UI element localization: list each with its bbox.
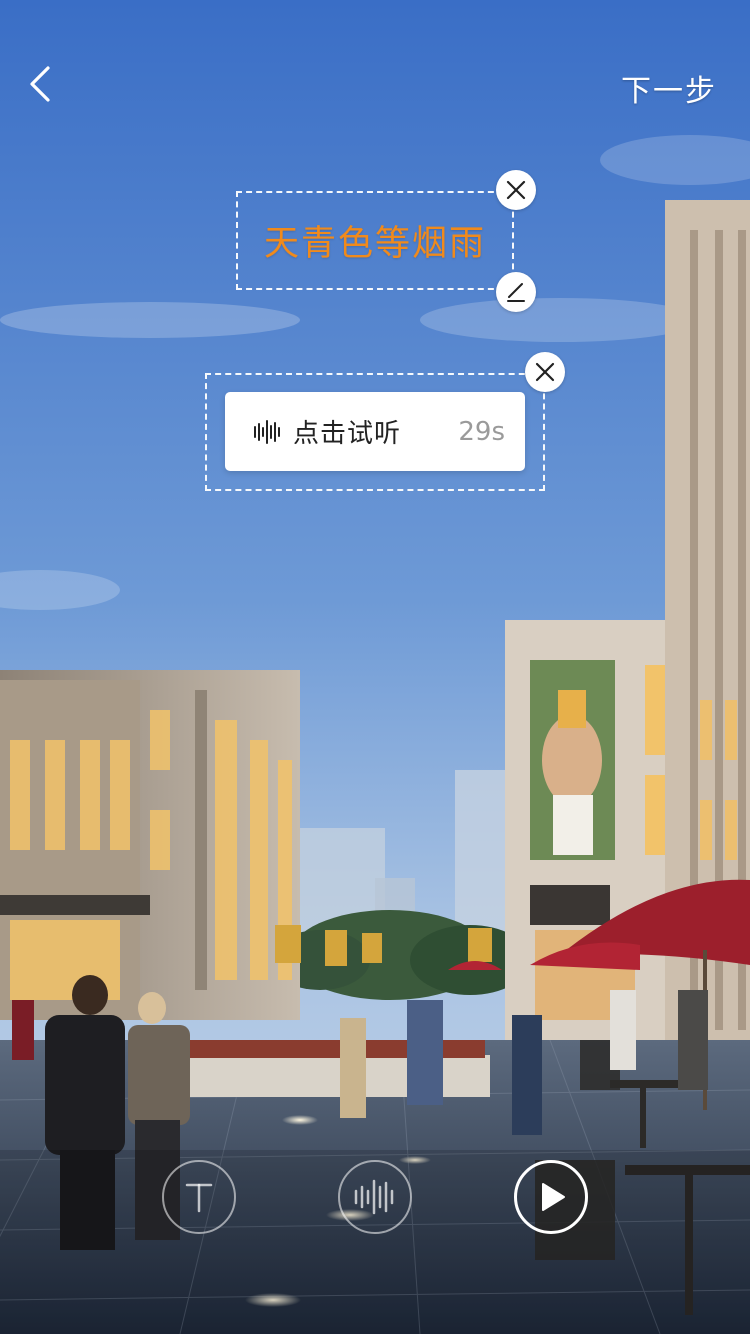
text-sticker-content: 天青色等烟雨 <box>263 224 486 264</box>
waveform-icon <box>354 1179 394 1215</box>
text-sticker-delete-button[interactable] <box>496 170 536 210</box>
edit-pencil-icon <box>507 283 525 302</box>
audio-duration: 29s <box>458 416 505 447</box>
play-icon <box>542 1183 565 1211</box>
next-step-button[interactable]: 下一步 <box>621 66 717 110</box>
audio-preview-label: 点击试听 <box>293 419 402 449</box>
close-icon <box>506 180 526 200</box>
back-button[interactable] <box>22 62 66 106</box>
text-t-icon <box>185 1183 213 1213</box>
play-preview-button[interactable] <box>514 1160 588 1234</box>
waveform-icon <box>254 419 280 444</box>
audio-preview-card[interactable]: 点击试听 29s <box>225 392 525 471</box>
text-sticker[interactable]: 天青色等烟雨 <box>236 191 514 290</box>
chevron-left-icon <box>30 66 50 102</box>
add-text-button[interactable] <box>162 1160 236 1234</box>
audio-sticker-delete-button[interactable] <box>525 352 565 392</box>
text-sticker-edit-button[interactable] <box>496 272 536 312</box>
add-voice-button[interactable] <box>338 1160 412 1234</box>
close-icon <box>535 362 555 382</box>
